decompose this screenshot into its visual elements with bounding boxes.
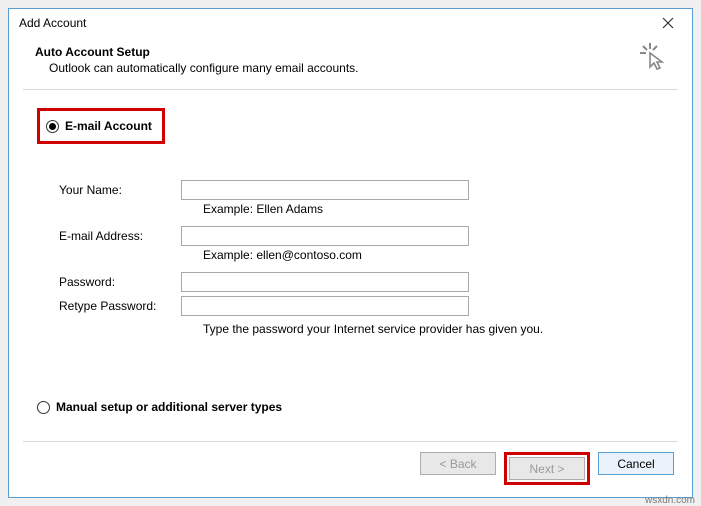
titlebar: Add Account xyxy=(9,9,692,37)
email-input[interactable] xyxy=(181,226,469,246)
password-label: Password: xyxy=(59,275,181,289)
button-bar: < Back Next > Cancel xyxy=(23,441,678,485)
your-name-label: Your Name: xyxy=(59,183,181,197)
retype-password-input[interactable] xyxy=(181,296,469,316)
manual-setup-option[interactable]: Manual setup or additional server types xyxy=(37,400,664,414)
header: Auto Account Setup Outlook can automatic… xyxy=(9,37,692,89)
radio-icon xyxy=(46,120,59,133)
email-account-highlight: E-mail Account xyxy=(37,108,165,144)
attribution-text: wsxdn.com xyxy=(645,495,695,506)
cancel-button[interactable]: Cancel xyxy=(598,452,674,475)
email-row: E-mail Address: xyxy=(59,226,664,246)
manual-setup-label: Manual setup or additional server types xyxy=(56,400,282,414)
your-name-row: Your Name: xyxy=(59,180,664,200)
next-button[interactable]: Next > xyxy=(509,457,585,480)
close-icon xyxy=(662,17,674,29)
email-example: Example: ellen@contoso.com xyxy=(203,248,664,262)
email-label: E-mail Address: xyxy=(59,229,181,243)
window-title: Add Account xyxy=(19,16,648,30)
radio-icon xyxy=(37,401,50,414)
password-input[interactable] xyxy=(181,272,469,292)
back-button: < Back xyxy=(420,452,496,475)
email-account-option[interactable]: E-mail Account xyxy=(46,119,152,133)
header-subtitle: Outlook can automatically configure many… xyxy=(49,61,672,75)
password-hint: Type the password your Internet service … xyxy=(203,322,664,336)
your-name-example: Example: Ellen Adams xyxy=(203,202,664,216)
buttons: < Back Next > Cancel xyxy=(23,452,678,485)
your-name-input[interactable] xyxy=(181,180,469,200)
password-row: Password: xyxy=(59,272,664,292)
retype-label: Retype Password: xyxy=(59,299,181,313)
next-button-highlight: Next > xyxy=(504,452,590,485)
retype-row: Retype Password: xyxy=(59,296,664,316)
form-area: Your Name: Example: Ellen Adams E-mail A… xyxy=(59,180,664,336)
close-button[interactable] xyxy=(648,11,688,35)
button-separator xyxy=(23,441,678,442)
content-area: E-mail Account Your Name: Example: Ellen… xyxy=(9,90,692,424)
email-account-label: E-mail Account xyxy=(65,119,152,133)
header-heading: Auto Account Setup xyxy=(35,45,672,59)
add-account-dialog: Add Account Auto Account Setup Outlook c… xyxy=(8,8,693,498)
cursor-sparkle-icon xyxy=(638,41,668,71)
